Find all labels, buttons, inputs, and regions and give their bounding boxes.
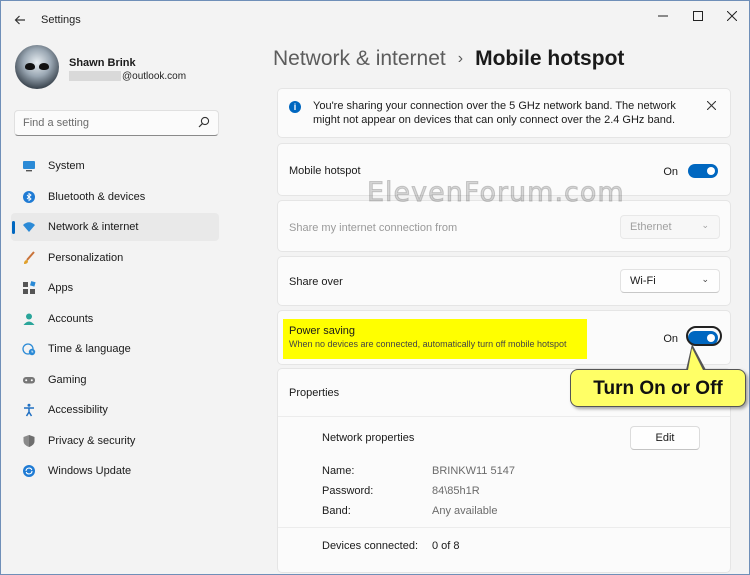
system-icon xyxy=(23,161,35,172)
callout-text: Turn On or Off xyxy=(593,378,723,399)
breadcrumb: Network & internet › Mobile hotspot xyxy=(273,47,624,71)
sidebar-item-accessibility[interactable]: Accessibility xyxy=(11,396,219,424)
mobile-hotspot-state: On xyxy=(663,166,678,178)
settings-window: Settings Shawn Brink @outlook.com Find a… xyxy=(0,0,750,575)
page-title: Mobile hotspot xyxy=(475,47,625,70)
sidebar-item-label: Privacy & security xyxy=(48,434,136,447)
mobile-hotspot-toggle-group: On xyxy=(638,164,718,180)
avatar xyxy=(15,45,59,89)
divider xyxy=(278,416,730,417)
maximize-button[interactable] xyxy=(684,7,712,27)
chevron-down-icon: ⌄ xyxy=(701,274,709,284)
sidebar-nav: System Bluetooth & devices Network & int… xyxy=(11,152,219,488)
brush-icon xyxy=(24,250,35,264)
mobile-hotspot-toggle[interactable] xyxy=(688,164,718,178)
breadcrumb-parent[interactable]: Network & internet xyxy=(273,47,446,70)
power-saving-description: When no devices are connected, automatic… xyxy=(289,339,567,349)
power-saving-state: On xyxy=(663,333,678,345)
share-from-label: Share my internet connection from xyxy=(289,222,458,234)
password-value: 84\85h1R xyxy=(432,485,480,497)
devices-connected-label: Devices connected: xyxy=(322,540,418,552)
share-over-dropdown[interactable]: Wi-Fi ⌄ xyxy=(620,269,720,293)
app-title: Settings xyxy=(41,14,81,26)
user-name: Shawn Brink xyxy=(69,57,136,69)
callout-box: Turn On or Off xyxy=(570,369,746,407)
sidebar-item-label: Windows Update xyxy=(48,465,132,477)
share-over-row: Share over Wi-Fi ⌄ xyxy=(277,256,731,306)
update-icon xyxy=(23,465,35,477)
sidebar-item-apps[interactable]: Apps xyxy=(11,274,219,302)
sidebar-item-bluetooth[interactable]: Bluetooth & devices xyxy=(11,183,219,211)
accessibility-icon xyxy=(24,403,34,417)
apps-icon xyxy=(23,281,36,294)
band-value: Any available xyxy=(432,505,498,517)
close-icon xyxy=(726,10,738,22)
devices-connected-value: 0 of 8 xyxy=(432,540,460,552)
globe-clock-icon xyxy=(22,343,36,356)
close-icon xyxy=(706,100,717,111)
info-banner-close-button[interactable] xyxy=(706,98,717,113)
bluetooth-icon xyxy=(23,190,35,203)
back-button[interactable] xyxy=(11,11,29,29)
sidebar-item-label: Personalization xyxy=(48,251,124,264)
sidebar-item-privacy-security[interactable]: Privacy & security xyxy=(11,427,219,455)
breadcrumb-separator: › xyxy=(457,50,464,67)
sidebar-item-label: Apps xyxy=(48,282,74,294)
mobile-hotspot-label: Mobile hotspot xyxy=(289,165,361,177)
sidebar-item-accounts[interactable]: Accounts xyxy=(11,305,219,333)
sidebar-item-label: Accessibility xyxy=(48,404,108,416)
share-over-value: Wi-Fi xyxy=(630,275,656,287)
close-button[interactable] xyxy=(718,7,746,27)
sidebar-item-time-language[interactable]: Time & language xyxy=(11,335,219,363)
sidebar-item-label: Bluetooth & devices xyxy=(48,190,146,203)
arrow-left-icon xyxy=(14,15,25,25)
person-icon xyxy=(23,313,35,325)
edit-button[interactable]: Edit xyxy=(630,426,700,450)
share-over-label: Share over xyxy=(289,276,343,288)
share-from-value: Ethernet xyxy=(630,221,672,233)
email-redaction xyxy=(69,71,121,82)
user-email: @outlook.com xyxy=(69,71,186,82)
watermark: ElevenForum.com xyxy=(367,177,625,209)
sidebar-item-label: Accounts xyxy=(48,312,94,325)
sidebar-item-network[interactable]: Network & internet xyxy=(11,213,219,241)
shield-icon xyxy=(23,434,35,447)
power-saving-label: Power saving xyxy=(289,325,356,337)
sidebar-item-label: Gaming xyxy=(48,373,87,386)
password-label: Password: xyxy=(322,485,374,497)
toggle-highlight-ring xyxy=(686,326,722,346)
network-properties-label: Network properties xyxy=(322,432,415,444)
band-label: Band: xyxy=(322,505,351,517)
callout-pointer-fill xyxy=(688,348,703,370)
search-placeholder: Find a setting xyxy=(23,117,90,129)
info-banner: i You're sharing your connection over th… xyxy=(277,88,731,138)
info-banner-text: You're sharing your connection over the … xyxy=(313,100,676,126)
share-from-dropdown[interactable]: Ethernet ⌄ xyxy=(620,215,720,239)
chevron-down-icon: ⌄ xyxy=(701,220,709,230)
sidebar-item-personalization[interactable]: Personalization xyxy=(11,244,219,272)
minimize-button[interactable] xyxy=(649,7,677,27)
sidebar-item-gaming[interactable]: Gaming xyxy=(11,366,219,394)
sidebar-item-label: Network & internet xyxy=(48,221,139,233)
search-input[interactable]: Find a setting xyxy=(14,110,219,136)
gamepad-icon xyxy=(23,376,35,383)
info-icon: i xyxy=(289,101,301,113)
wifi-icon xyxy=(23,222,35,232)
divider xyxy=(278,527,730,528)
sidebar-item-windows-update[interactable]: Windows Update xyxy=(11,457,219,485)
properties-header: Properties xyxy=(289,387,340,399)
name-value: BRINKW11 5147 xyxy=(432,465,515,477)
sidebar-item-label: Time & language xyxy=(48,343,131,355)
title-bar: Settings xyxy=(1,1,749,39)
sidebar-item-label: System xyxy=(48,160,85,172)
sidebar-item-system[interactable]: System xyxy=(11,152,219,180)
maximize-icon xyxy=(693,11,703,21)
name-label: Name: xyxy=(322,465,355,477)
minimize-icon xyxy=(658,15,668,17)
search-icon xyxy=(198,116,210,128)
